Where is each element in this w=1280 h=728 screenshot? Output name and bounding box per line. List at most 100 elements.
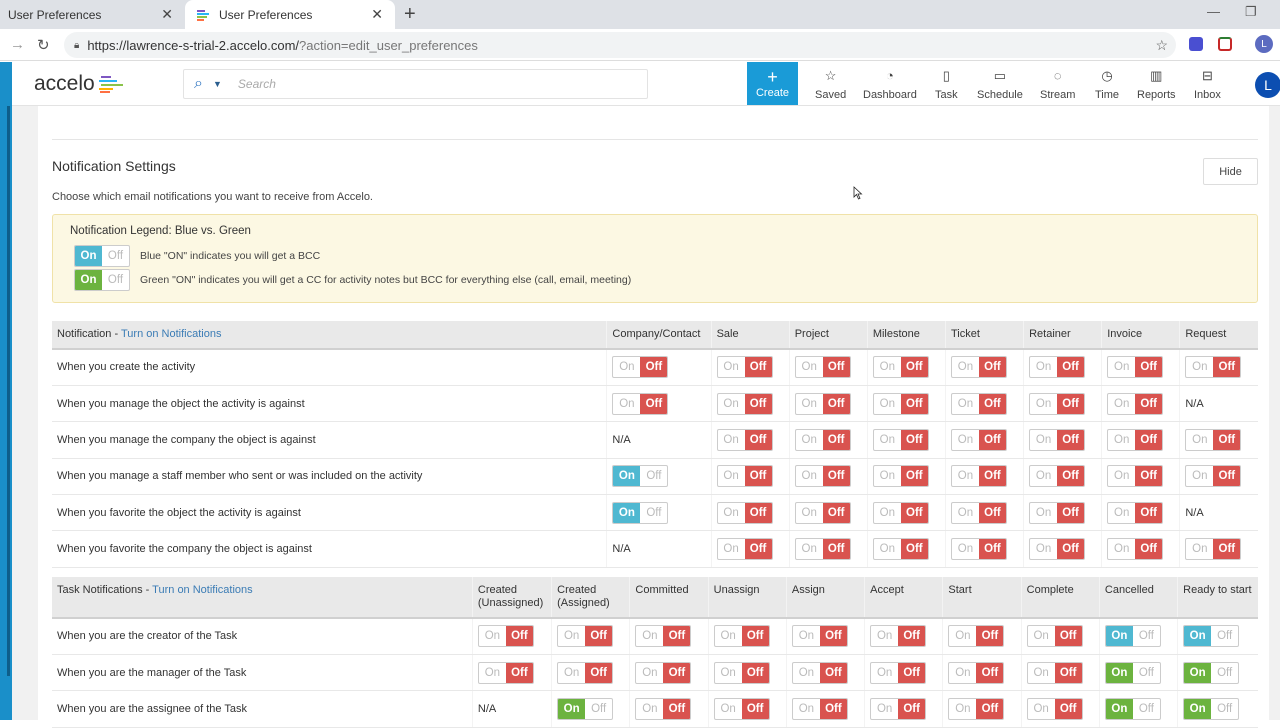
notification-toggle[interactable]: On Off bbox=[870, 661, 927, 684]
toggle-off[interactable]: Off bbox=[1135, 539, 1163, 560]
toggle-off[interactable]: Off bbox=[1135, 502, 1163, 523]
toggle-off[interactable]: Off bbox=[898, 626, 926, 647]
toggle-off[interactable]: Off bbox=[1211, 699, 1238, 719]
notification-toggle[interactable]: On Off bbox=[870, 697, 927, 720]
notification-toggle[interactable]: On Off bbox=[1185, 428, 1242, 451]
notification-toggle[interactable]: On Off bbox=[716, 501, 773, 524]
toggle-on[interactable]: On bbox=[1105, 698, 1133, 719]
toggle-off[interactable]: Off bbox=[741, 698, 769, 719]
notification-toggle[interactable]: On Off bbox=[794, 428, 851, 451]
toggle-on[interactable]: On bbox=[796, 357, 823, 377]
toggle-off[interactable]: Off bbox=[900, 539, 928, 560]
notification-toggle[interactable]: On Off bbox=[713, 661, 770, 684]
toggle-off[interactable]: Off bbox=[585, 662, 613, 683]
notification-toggle[interactable]: On Off bbox=[557, 625, 614, 648]
nav-reports[interactable]: ▥ Reports bbox=[1137, 68, 1176, 101]
page-scrollbar[interactable] bbox=[1269, 106, 1280, 720]
toggle-off[interactable]: Off bbox=[819, 662, 847, 683]
notification-toggle[interactable]: On Off bbox=[1029, 465, 1086, 488]
toggle-on[interactable]: On bbox=[1184, 698, 1212, 719]
toggle-off[interactable]: Off bbox=[744, 539, 772, 560]
create-button[interactable]: + Create bbox=[747, 62, 798, 105]
nav-time[interactable]: ◷ Time bbox=[1095, 68, 1119, 101]
toggle-on[interactable]: On bbox=[1028, 626, 1055, 646]
toggle-on[interactable]: On bbox=[1028, 663, 1055, 683]
notification-toggle[interactable]: On Off bbox=[716, 428, 773, 451]
notification-toggle[interactable]: On Off bbox=[948, 625, 1005, 648]
toggle-off[interactable]: Off bbox=[663, 698, 691, 719]
notification-toggle[interactable]: On Off bbox=[791, 625, 848, 648]
toggle-off[interactable]: Off bbox=[1213, 466, 1241, 487]
toggle-on[interactable]: On bbox=[715, 663, 742, 683]
toggle-off[interactable]: Off bbox=[505, 662, 533, 683]
toggle-on[interactable]: On bbox=[718, 466, 745, 486]
toggle-on[interactable]: On bbox=[718, 539, 745, 559]
toggle-on[interactable]: On bbox=[1030, 430, 1057, 450]
toggle-on[interactable]: On bbox=[1030, 357, 1057, 377]
toggle-off[interactable]: Off bbox=[741, 626, 769, 647]
toggle-off[interactable]: Off bbox=[744, 393, 772, 414]
close-tab-icon[interactable]: ✕ bbox=[161, 6, 173, 23]
notification-toggle[interactable]: On Off bbox=[716, 538, 773, 561]
toggle-off[interactable]: Off bbox=[640, 466, 667, 486]
toggle-on[interactable]: On bbox=[871, 699, 898, 719]
notification-toggle[interactable]: On Off bbox=[950, 428, 1007, 451]
toggle-on[interactable]: On bbox=[1028, 699, 1055, 719]
notification-toggle[interactable]: On Off bbox=[612, 501, 669, 524]
notification-toggle[interactable]: On Off bbox=[872, 538, 929, 561]
toggle-on[interactable]: On bbox=[479, 626, 506, 646]
toggle-on[interactable]: On bbox=[874, 503, 901, 523]
toggle-on[interactable]: On bbox=[718, 430, 745, 450]
toggle-off[interactable]: Off bbox=[822, 466, 850, 487]
toggle-off[interactable]: Off bbox=[744, 429, 772, 450]
notification-toggle[interactable]: On Off bbox=[1029, 501, 1086, 524]
toggle-off[interactable]: Off bbox=[978, 357, 1006, 378]
toggle-off[interactable]: Off bbox=[900, 357, 928, 378]
notification-toggle[interactable]: On Off bbox=[950, 501, 1007, 524]
close-tab-icon[interactable]: ✕ bbox=[371, 6, 383, 23]
hide-button[interactable]: Hide bbox=[1203, 158, 1258, 185]
toggle-off[interactable]: Off bbox=[1054, 626, 1082, 647]
toggle-on[interactable]: On bbox=[793, 699, 820, 719]
forward-icon[interactable]: → bbox=[10, 36, 25, 53]
toggle-off[interactable]: Off bbox=[1135, 357, 1163, 378]
toggle-off[interactable]: Off bbox=[822, 429, 850, 450]
bookmark-star-icon[interactable]: ☆ bbox=[1155, 37, 1168, 54]
toggle-off[interactable]: Off bbox=[976, 698, 1004, 719]
nav-stream[interactable]: ◌ Stream bbox=[1040, 68, 1075, 101]
toggle-on[interactable]: On bbox=[874, 430, 901, 450]
toggle-on[interactable]: On bbox=[1105, 662, 1133, 683]
toggle-off[interactable]: Off bbox=[1057, 466, 1085, 487]
toggle-on[interactable]: On bbox=[1108, 466, 1135, 486]
notification-toggle[interactable]: On Off bbox=[948, 661, 1005, 684]
toggle-off[interactable]: Off bbox=[585, 626, 613, 647]
notification-toggle[interactable]: On Off bbox=[794, 356, 851, 379]
notification-toggle[interactable]: On Off bbox=[1183, 625, 1240, 648]
toggle-on[interactable]: On bbox=[1108, 394, 1135, 414]
toggle-on[interactable]: On bbox=[796, 430, 823, 450]
toggle-on[interactable]: On bbox=[796, 394, 823, 414]
toggle-off[interactable]: Off bbox=[1213, 429, 1241, 450]
toggle-off[interactable]: Off bbox=[822, 393, 850, 414]
toggle-on[interactable]: On bbox=[1030, 466, 1057, 486]
toggle-on[interactable]: On bbox=[952, 539, 979, 559]
notification-toggle[interactable]: On Off bbox=[716, 465, 773, 488]
toggle-on[interactable]: On bbox=[718, 394, 745, 414]
toggle-off[interactable]: Off bbox=[1135, 393, 1163, 414]
toggle-off[interactable]: Off bbox=[1213, 357, 1241, 378]
toggle-off[interactable]: Off bbox=[978, 539, 1006, 560]
notification-toggle[interactable]: On Off bbox=[950, 392, 1007, 415]
restore-icon[interactable]: ❐ bbox=[1245, 4, 1257, 20]
notification-toggle[interactable]: On Off bbox=[1026, 697, 1083, 720]
toggle-on[interactable]: On bbox=[613, 466, 641, 487]
toggle-off[interactable]: Off bbox=[978, 429, 1006, 450]
notification-toggle[interactable]: On Off bbox=[1107, 501, 1164, 524]
toggle-on[interactable]: On bbox=[949, 626, 976, 646]
toggle-on[interactable]: On bbox=[874, 539, 901, 559]
toggle-off[interactable]: Off bbox=[900, 393, 928, 414]
toggle-on[interactable]: On bbox=[558, 663, 585, 683]
notification-toggle[interactable]: On Off bbox=[557, 697, 614, 720]
toggle-on[interactable]: On bbox=[871, 663, 898, 683]
toggle-off[interactable]: Off bbox=[1057, 357, 1085, 378]
notification-toggle[interactable]: On Off bbox=[1029, 538, 1086, 561]
